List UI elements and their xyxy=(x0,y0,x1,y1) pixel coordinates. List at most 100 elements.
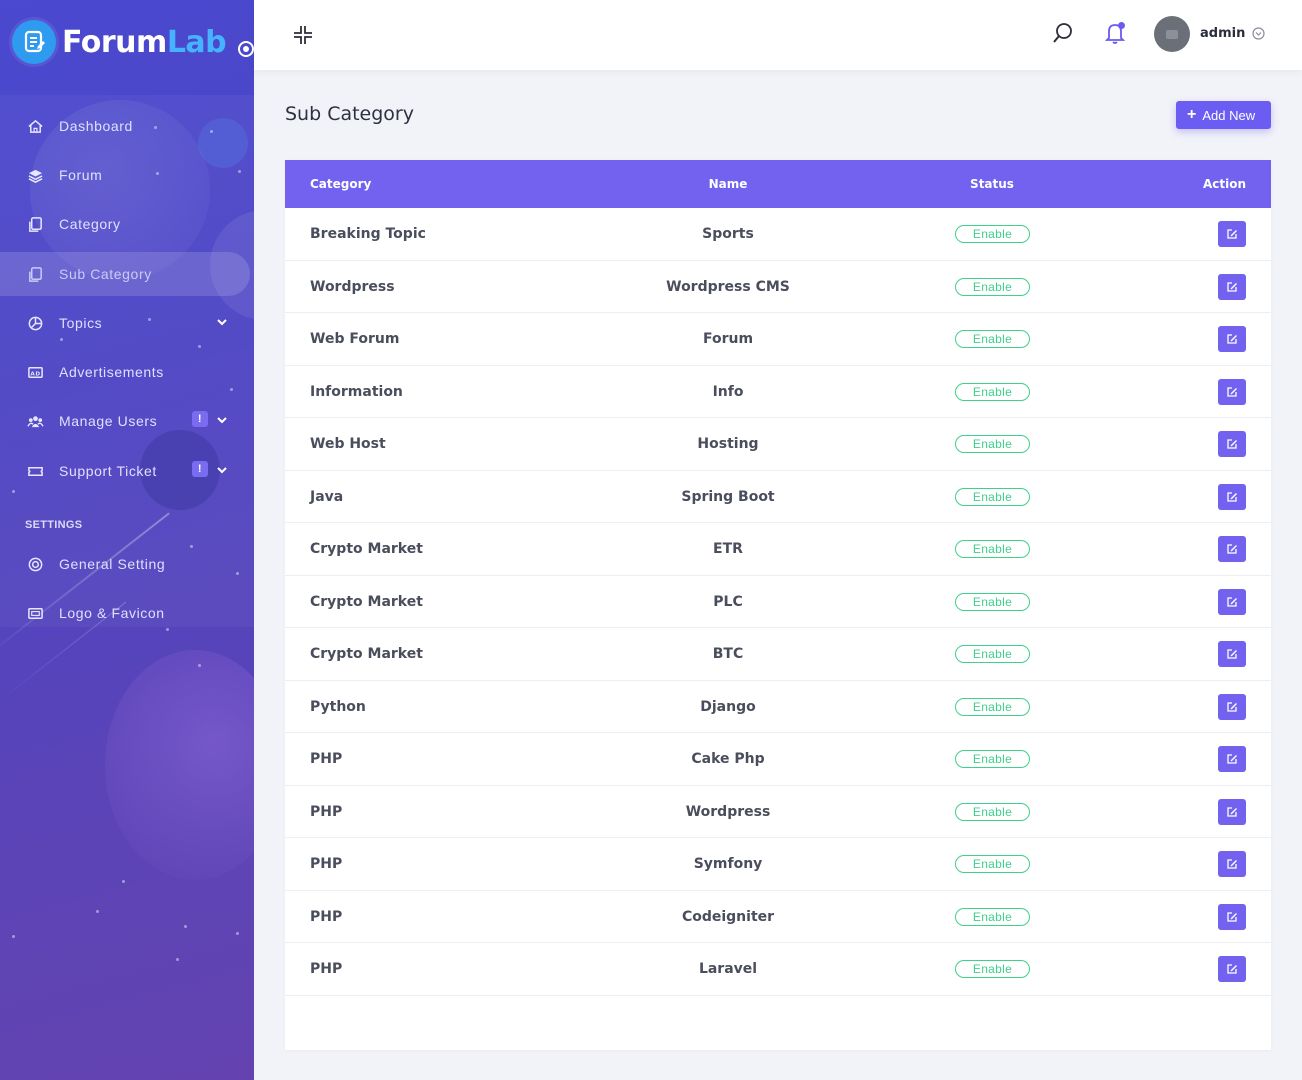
cell-category: Web Forum xyxy=(310,331,400,347)
sidebar-item-label: Forum xyxy=(59,167,103,183)
edit-icon xyxy=(1227,334,1237,344)
sidebar-item-general-setting[interactable]: General Setting xyxy=(0,542,250,586)
cell-category: Information xyxy=(310,383,403,400)
cell-category: Java xyxy=(310,488,344,505)
advertisement-icon: AD xyxy=(26,363,44,381)
sidebar-item-label: Logo & Favicon xyxy=(59,605,165,621)
chevron-down-icon[interactable] xyxy=(216,316,228,328)
sidebar-item-category[interactable]: Category xyxy=(0,202,250,246)
edit-button[interactable] xyxy=(1218,326,1246,352)
edit-icon xyxy=(1227,754,1237,764)
decor-star xyxy=(176,958,179,961)
notification-dot xyxy=(1118,22,1125,29)
status-badge: Enable xyxy=(955,855,1030,873)
table-row: Crypto Market BTC Enable xyxy=(285,628,1271,681)
edit-icon xyxy=(1227,229,1237,239)
cell-category: Wordpress xyxy=(310,278,395,295)
add-new-label: Add New xyxy=(1202,107,1256,123)
sidebar-item-label: Dashboard xyxy=(59,118,133,134)
cell-category: Crypto Market xyxy=(310,541,423,557)
sidebar-item-label: Topics xyxy=(59,315,103,331)
sidebar: ForumLab Dashboard Forum Category Sub Ca… xyxy=(0,0,254,1080)
edit-button[interactable] xyxy=(1218,273,1246,300)
decor-star xyxy=(198,664,201,667)
column-header-action: Action xyxy=(1202,177,1246,191)
chevron-down-icon[interactable] xyxy=(216,464,228,476)
svg-text:AD: AD xyxy=(30,371,40,377)
status-badge: Enable xyxy=(955,645,1030,663)
status-badge: Enable xyxy=(955,540,1030,558)
status-badge: Enable xyxy=(955,225,1030,243)
edit-button[interactable] xyxy=(1218,431,1246,457)
edit-button[interactable] xyxy=(1218,536,1246,562)
table-row: Java Spring Boot Enable xyxy=(285,471,1271,523)
sidebar-item-label: Category xyxy=(59,216,121,232)
sidebar-item-sub-category[interactable]: Sub Category xyxy=(0,252,250,296)
decor-star xyxy=(12,935,15,938)
table-body: Breaking Topic Sports Enable Wordpress Wordp… xyxy=(285,208,1271,996)
edit-icon xyxy=(1227,701,1237,712)
search-icon[interactable] xyxy=(1052,22,1074,44)
cell-category: Web Host xyxy=(310,436,386,452)
table-row: PHP Symfony Enable xyxy=(285,838,1271,891)
chevron-down-icon[interactable] xyxy=(1252,27,1265,40)
add-new-button[interactable]: + Add New xyxy=(1176,101,1271,129)
edit-button[interactable] xyxy=(1218,956,1246,982)
status-badge: Enable xyxy=(955,802,1030,821)
edit-button[interactable] xyxy=(1218,798,1246,825)
cell-category: PHP xyxy=(310,961,343,977)
sidebar-item-dashboard[interactable]: Dashboard xyxy=(0,104,250,148)
chevron-down-icon[interactable] xyxy=(216,414,228,426)
ticket-icon xyxy=(26,462,44,480)
cell-category: PHP xyxy=(310,856,343,872)
settings-icon xyxy=(26,555,44,573)
table-row: Web Host Hosting Enable xyxy=(285,418,1271,471)
table-row: Web Forum Forum Enable xyxy=(285,313,1271,366)
table-header: Category Name Status Action xyxy=(285,160,1271,208)
sidebar-item-topics[interactable]: Topics xyxy=(0,301,250,345)
edit-button[interactable] xyxy=(1218,221,1246,247)
status-badge: Enable xyxy=(955,382,1030,401)
decor-star xyxy=(184,925,187,928)
sidebar-item-advertisements[interactable]: AD Advertisements xyxy=(0,350,250,394)
brand-logo[interactable]: ForumLab xyxy=(12,20,254,64)
table-row: Crypto Market ETR Enable xyxy=(285,523,1271,576)
home-icon xyxy=(26,117,44,135)
avatar[interactable] xyxy=(1154,16,1190,52)
username[interactable]: admin xyxy=(1200,26,1245,41)
sidebar-item-label: General Setting xyxy=(59,556,166,572)
layers-icon xyxy=(26,166,44,184)
sidebar-item-logo-favicon[interactable]: Logo & Favicon xyxy=(0,591,250,635)
sidebar-item-label: Advertisements xyxy=(59,364,164,380)
edit-button[interactable] xyxy=(1218,903,1246,930)
table-row: PHP Wordpress Enable xyxy=(285,786,1271,838)
table-row: PHP Cake Php Enable xyxy=(285,733,1271,786)
sidebar-item-manage-users[interactable]: Manage Users ! xyxy=(0,399,250,443)
cell-category: PHP xyxy=(310,803,343,820)
sidebar-item-label: Support Ticket xyxy=(59,463,157,479)
status-badge: Enable xyxy=(955,697,1030,716)
table-row: Crypto Market PLC Enable xyxy=(285,576,1271,628)
edit-button[interactable] xyxy=(1218,483,1246,510)
edit-icon xyxy=(1227,596,1237,607)
sidebar-item-forum[interactable]: Forum xyxy=(0,153,250,197)
status-badge: Enable xyxy=(955,277,1030,296)
edit-button[interactable] xyxy=(1218,746,1246,772)
edit-button[interactable] xyxy=(1218,378,1246,405)
users-icon xyxy=(26,412,44,430)
table-row: Information Info Enable xyxy=(285,366,1271,418)
edit-button[interactable] xyxy=(1218,641,1246,667)
sidebar-toggle-icon[interactable] xyxy=(238,41,254,57)
status-badge: Enable xyxy=(955,592,1030,611)
status-badge: Enable xyxy=(955,330,1030,348)
edit-button[interactable] xyxy=(1218,588,1246,615)
edit-icon xyxy=(1227,649,1237,659)
cell-category: PHP xyxy=(310,751,343,767)
logo-icon xyxy=(12,20,56,64)
collapse-icon[interactable] xyxy=(292,24,314,46)
table-row: Breaking Topic Sports Enable xyxy=(285,208,1271,261)
edit-icon xyxy=(1227,386,1237,397)
sidebar-item-support-ticket[interactable]: Support Ticket ! xyxy=(0,449,250,493)
edit-button[interactable] xyxy=(1218,693,1246,720)
edit-button[interactable] xyxy=(1218,851,1246,877)
